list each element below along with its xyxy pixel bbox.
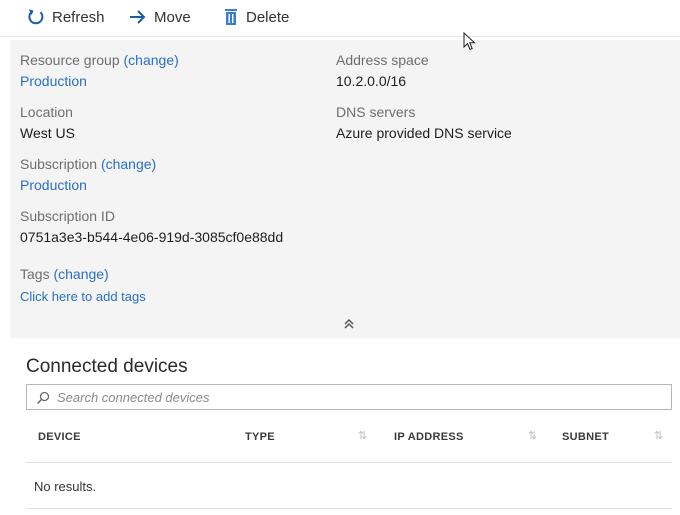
tags-field: Tags (change) — [20, 266, 109, 282]
column-header-ip-address[interactable]: IP ADDRESS — [394, 431, 464, 443]
subscription-id-value: 0751a3e3-b544-4e06-919d-3085cf0e88dd — [20, 229, 284, 245]
column-header-type[interactable]: TYPE — [245, 431, 275, 443]
dns-servers-label: DNS servers — [336, 104, 416, 120]
move-label: Move — [154, 8, 191, 26]
resource-group-value-link[interactable]: Production — [20, 73, 87, 89]
row-divider — [26, 508, 672, 509]
refresh-button[interactable]: Refresh — [26, 6, 105, 28]
subscription-value-link[interactable]: Production — [20, 177, 87, 193]
subscription-field: Subscription (change) — [20, 156, 156, 172]
delete-label: Delete — [246, 8, 290, 26]
trash-icon — [225, 9, 237, 25]
header-divider — [26, 462, 672, 463]
resource-group-change-link[interactable]: (change) — [124, 52, 179, 68]
resource-group-field: Resource group (change) — [20, 52, 179, 68]
connected-devices-section: Connected devices DEVICE TYPE IP ADDRESS… — [10, 348, 680, 515]
sort-type-icon[interactable]: ⇅ — [358, 429, 367, 442]
location-label: Location — [20, 104, 73, 120]
mouse-cursor-icon — [463, 32, 476, 51]
search-connected-devices-input[interactable] — [57, 387, 657, 407]
address-space-label: Address space — [336, 52, 429, 68]
empty-state-text: No results. — [34, 479, 97, 494]
move-button[interactable]: Move — [128, 6, 191, 28]
search-icon — [36, 391, 50, 405]
connected-devices-title: Connected devices — [26, 356, 188, 377]
subscription-id-label: Subscription ID — [20, 208, 115, 224]
command-bar: Refresh Move Delete — [0, 0, 680, 37]
tags-label: Tags — [20, 266, 50, 282]
essentials-panel: Resource group (change) Production Locat… — [10, 40, 680, 338]
sort-subnet-icon[interactable]: ⇅ — [654, 429, 663, 442]
refresh-icon — [28, 9, 44, 25]
location-value: West US — [20, 125, 75, 141]
search-box[interactable] — [26, 384, 672, 410]
arrow-right-icon — [130, 10, 146, 24]
address-space-value: 10.2.0.0/16 — [336, 73, 407, 89]
column-header-device[interactable]: DEVICE — [38, 431, 81, 443]
delete-button[interactable]: Delete — [222, 6, 289, 28]
sort-ip-address-icon[interactable]: ⇅ — [528, 429, 537, 442]
tags-change-link[interactable]: (change) — [53, 266, 108, 282]
subscription-label: Subscription — [20, 156, 98, 172]
subscription-change-link[interactable]: (change) — [101, 156, 156, 172]
add-tags-link[interactable]: Click here to add tags — [20, 289, 146, 304]
column-header-subnet[interactable]: SUBNET — [562, 431, 609, 443]
resource-group-label: Resource group — [20, 52, 120, 68]
double-chevron-up-icon[interactable] — [343, 318, 355, 330]
refresh-label: Refresh — [52, 8, 105, 26]
dns-servers-value: Azure provided DNS service — [336, 125, 512, 141]
